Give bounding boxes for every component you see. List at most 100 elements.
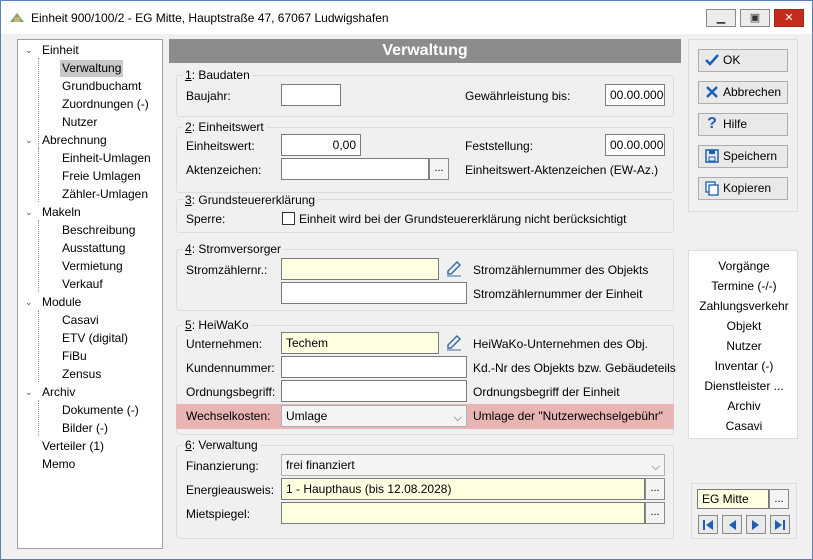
- tree-item-verteiler[interactable]: Verteiler (1): [42, 438, 104, 455]
- hilfe-button[interactable]: ? Hilfe: [698, 113, 788, 136]
- wechselkosten-select[interactable]: Umlage ⌵: [281, 405, 467, 427]
- stromzaehler-objekt-input[interactable]: [281, 258, 439, 280]
- tree-item-freie-umlagen[interactable]: Freie Umlagen: [62, 168, 141, 185]
- chevron-down-icon: ⌵: [651, 461, 660, 473]
- save-disk-icon: [705, 149, 719, 163]
- help-question-icon: ?: [707, 115, 717, 132]
- energieausweis-browse-button[interactable]: ...: [645, 478, 665, 500]
- ordnungsbegriff-label: Ordnungsbegriff:: [186, 385, 276, 399]
- checkmark-icon: [705, 54, 719, 66]
- speichern-button[interactable]: Speichern: [698, 145, 788, 168]
- energieausweis-input[interactable]: 1 - Haupthaus (bis 12.08.2028): [281, 478, 645, 500]
- tree-item-zuordnungen[interactable]: Zuordnungen (-): [62, 96, 149, 113]
- group-title-einheitswert: 2: Einheitswert: [183, 120, 266, 134]
- kopieren-button[interactable]: Kopieren: [698, 177, 788, 200]
- ordnungsbegriff-input[interactable]: [281, 380, 467, 402]
- previous-record-icon[interactable]: [722, 515, 742, 534]
- ordnungsbegriff-description: Ordnungsbegriff der Einheit: [473, 385, 620, 399]
- link-termine[interactable]: Termine (-/-): [689, 276, 799, 296]
- mietspiegel-label: Mietspiegel:: [186, 507, 251, 521]
- close-icon[interactable]: ✕: [774, 9, 804, 27]
- link-archiv[interactable]: Archiv: [689, 396, 799, 416]
- tree-item-makeln[interactable]: Makeln: [42, 204, 81, 221]
- tree-item-fibu[interactable]: FiBu: [62, 348, 87, 365]
- unternehmen-input[interactable]: Techem: [281, 332, 439, 354]
- link-casavi[interactable]: Casavi: [689, 416, 799, 436]
- link-objekt[interactable]: Objekt: [689, 316, 799, 336]
- feststellung-input[interactable]: 00.00.0000: [605, 134, 665, 156]
- sperre-checkbox[interactable]: [282, 212, 295, 225]
- collapse-chevron-icon[interactable]: ⌄: [25, 204, 35, 221]
- aktenzeichen-input[interactable]: [281, 158, 429, 180]
- cancel-x-icon: [706, 86, 718, 98]
- tree-item-module[interactable]: Module: [42, 294, 81, 311]
- baujahr-label: Baujahr:: [186, 89, 231, 103]
- einheitswert-input[interactable]: 0,00: [281, 134, 361, 156]
- edit-pencil-icon[interactable]: [443, 332, 467, 354]
- minimize-icon[interactable]: ▁: [706, 9, 736, 27]
- sperre-checkbox-label[interactable]: Einheit wird bei der Grundsteuererklärun…: [299, 212, 627, 226]
- mietspiegel-browse-button[interactable]: ...: [645, 502, 665, 524]
- group-title-heiwako: 5: HeiWaKo: [183, 318, 251, 332]
- aktenzeichen-description: Einheitswert-Aktenzeichen (EW-Az.): [465, 163, 659, 177]
- tree-item-dokumente[interactable]: Dokumente (-): [62, 402, 139, 419]
- title-bar: Einheit 900/100/2 - EG Mitte, Hauptstraß…: [1, 1, 812, 34]
- tree-item-abrechnung[interactable]: Abrechnung: [42, 132, 107, 149]
- tree-item-nutzer[interactable]: Nutzer: [62, 114, 97, 131]
- kundennummer-input[interactable]: [281, 356, 467, 378]
- gewaehrleistung-input[interactable]: 00.00.0000: [605, 84, 665, 106]
- baujahr-input[interactable]: [281, 84, 341, 106]
- link-dienstleister[interactable]: Dienstleister ...: [689, 376, 799, 396]
- current-record-field[interactable]: EG Mitte: [697, 489, 769, 509]
- kundennummer-label: Kundennummer:: [186, 361, 275, 375]
- chevron-down-icon: ⌵: [453, 412, 462, 424]
- link-nutzer[interactable]: Nutzer: [689, 336, 799, 356]
- copy-icon: [705, 181, 719, 196]
- edit-pencil-icon[interactable]: [443, 258, 467, 280]
- record-browse-button[interactable]: ...: [769, 489, 789, 509]
- einheitswert-label: Einheitswert:: [186, 139, 255, 153]
- wechselkosten-description: Umlage der "Nutzerwechselgebühr": [473, 409, 663, 423]
- collapse-chevron-icon[interactable]: ⌄: [25, 384, 35, 401]
- main-panel: Verwaltung 1: Baudaten Baujahr: Gewährle…: [169, 39, 681, 549]
- tree-item-bilder[interactable]: Bilder (-): [62, 420, 108, 437]
- action-panel: OK Abbrechen ? Hilfe Speichern Kopieren: [688, 39, 798, 212]
- last-record-icon[interactable]: [770, 515, 790, 534]
- tree-item-zaehler-umlagen[interactable]: Zähler-Umlagen: [62, 186, 148, 203]
- tree-item-grundbuchamt[interactable]: Grundbuchamt: [62, 78, 141, 95]
- kundennummer-description: Kd.-Nr des Objekts bzw. Gebäudeteils: [473, 361, 676, 375]
- ok-button[interactable]: OK: [698, 49, 788, 72]
- app-icon: [10, 13, 24, 22]
- aktenzeichen-browse-button[interactable]: ...: [429, 158, 449, 180]
- group-title-grundsteuer: 3: Grundsteuererklärung: [183, 193, 318, 207]
- group-title-baudaten: 1: Baudaten: [183, 68, 252, 82]
- stromzaehler-label: Stromzählernr.:: [186, 263, 268, 277]
- tree-item-casavi[interactable]: Casavi: [62, 312, 99, 329]
- link-inventar[interactable]: Inventar (-): [689, 356, 799, 376]
- collapse-chevron-icon[interactable]: ⌄: [25, 42, 35, 59]
- tree-item-ausstattung[interactable]: Ausstattung: [62, 240, 125, 257]
- stromzaehler-einheit-input[interactable]: [281, 282, 467, 304]
- next-record-icon[interactable]: [746, 515, 766, 534]
- maximize-icon[interactable]: ▣: [740, 9, 770, 27]
- tree-item-einheit[interactable]: Einheit: [42, 42, 79, 59]
- tree-item-verkauf[interactable]: Verkauf: [62, 276, 103, 293]
- tree-item-zensus[interactable]: Zensus: [62, 366, 101, 383]
- link-vorgaenge[interactable]: Vorgänge: [689, 256, 799, 276]
- tree-item-einheit-umlagen[interactable]: Einheit-Umlagen: [62, 150, 151, 167]
- link-zahlungsverkehr[interactable]: Zahlungsverkehr: [689, 296, 799, 316]
- collapse-chevron-icon[interactable]: ⌄: [25, 294, 35, 311]
- tree-item-vermietung[interactable]: Vermietung: [62, 258, 123, 275]
- links-panel: Vorgänge Termine (-/-) Zahlungsverkehr O…: [688, 250, 798, 439]
- tree-item-etv[interactable]: ETV (digital): [62, 330, 128, 347]
- tree-item-memo[interactable]: Memo: [42, 456, 75, 473]
- finanzierung-select[interactable]: frei finanziert ⌵: [281, 454, 665, 476]
- first-record-icon[interactable]: [698, 515, 718, 534]
- gewaehrleistung-label: Gewährleistung bis:: [465, 89, 571, 103]
- abbrechen-button[interactable]: Abbrechen: [698, 81, 788, 104]
- unternehmen-description: HeiWaKo-Unternehmen des Obj.: [473, 337, 648, 351]
- mietspiegel-input[interactable]: [281, 502, 645, 524]
- tree-item-archiv[interactable]: Archiv: [42, 384, 75, 401]
- tree-item-beschreibung[interactable]: Beschreibung: [62, 222, 135, 239]
- collapse-chevron-icon[interactable]: ⌄: [25, 132, 35, 149]
